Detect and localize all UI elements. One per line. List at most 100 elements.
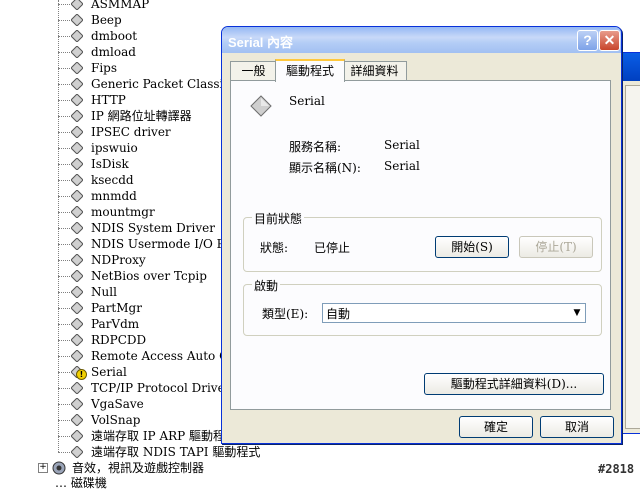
tree-item-label: NDIS System Driver [91, 221, 215, 235]
ok-button[interactable]: 確定 [459, 416, 533, 438]
tree-item-label: NDProxy [91, 253, 146, 267]
driver-diamond-icon [71, 94, 83, 106]
tree-item-label: ksecdd [91, 173, 134, 187]
driver-diamond-icon [71, 414, 83, 426]
driver-diamond-icon [71, 110, 83, 122]
tree-item-label: 遠端存取 IP ARP 驅動程式 [91, 429, 238, 443]
driver-diamond-icon [71, 446, 83, 458]
watermark: #2818 [598, 462, 635, 476]
dropdown-arrow-icon[interactable]: ▼ [569, 304, 585, 322]
driver-diamond-icon [71, 238, 83, 250]
tree-item-label: mnmdd [91, 189, 137, 203]
tree-connector [58, 52, 70, 53]
driver-diamond-icon [71, 190, 83, 202]
tab-details[interactable]: 詳細資料 [342, 61, 407, 80]
tree-connector [58, 116, 70, 117]
driver-diamond-icon [71, 0, 83, 10]
tab-general[interactable]: 一般 [230, 61, 277, 80]
tree-connector [58, 84, 70, 85]
status-value: 已停止 [314, 241, 351, 255]
tree-connector [58, 356, 70, 357]
display-name-value: Serial [384, 159, 420, 173]
tree-item-label: ASMMAP [91, 0, 150, 11]
tree-item-partial: … 磁碟機 [55, 476, 107, 490]
dialog-titlebar[interactable]: Serial 內容 ? ✕ [222, 27, 621, 53]
tree-connector [58, 260, 70, 261]
driver-diamond-icon [71, 270, 83, 282]
tree-item-label: TCP/IP Protocol Driver [91, 381, 231, 395]
start-button[interactable]: 開始(S) [435, 236, 509, 258]
tree-item-label: mountmgr [91, 205, 155, 219]
background-dialog-titlebar [619, 53, 640, 81]
tree-connector [58, 100, 70, 101]
display-name-label: 顯示名稱(N): [289, 161, 361, 175]
tree-item-label: VolSnap [91, 413, 141, 427]
tree-connector [58, 292, 70, 293]
tree-item-label: IPSEC driver [91, 125, 171, 139]
tree-connector [58, 308, 70, 309]
tree-item-label: 遠端存取 NDIS TAPI 驅動程式 [91, 445, 261, 459]
driver-diamond-icon [71, 14, 83, 26]
tree-item-label: IsDisk [91, 157, 129, 171]
driver-diamond-icon [71, 206, 83, 218]
tree-connector [58, 4, 70, 5]
driver-diamond-icon [71, 46, 83, 58]
background-dialog-body [625, 85, 640, 429]
tree-connector [58, 36, 70, 37]
status-label: 狀態: [260, 241, 289, 255]
driver-diamond-icon [71, 318, 83, 330]
startup-groupbox: 啟動 類型(E): 自動 ▼ [243, 277, 602, 336]
expand-icon[interactable]: + [38, 463, 48, 473]
driver-diamond-icon [71, 382, 83, 394]
stop-button[interactable]: 停止(T) [519, 236, 593, 258]
tree-connector [58, 68, 70, 69]
driver-diamond-icon [71, 254, 83, 266]
tree-item-label: RDPCDD [91, 333, 147, 347]
status-groupbox: 目前狀態 狀態: 已停止 開始(S) 停止(T) [243, 210, 602, 272]
driver-details-button[interactable]: 驅動程式詳細資料(D)... [424, 373, 604, 395]
driver-diamond-icon [71, 334, 83, 346]
tree-item-label: dmload [91, 45, 136, 59]
tree-connector [58, 212, 70, 213]
driver-diamond-icon [71, 350, 83, 362]
tree-connector [58, 20, 70, 21]
tree-item-label: Null [91, 285, 117, 299]
tree-item-label: Beep [91, 13, 122, 27]
driver-diamond-icon [71, 398, 83, 410]
startup-type-select[interactable]: 自動 ▼ [322, 303, 586, 323]
tree-connector [58, 180, 70, 181]
close-button[interactable]: ✕ [599, 30, 620, 51]
tree-item-label: VgaSave [91, 397, 144, 411]
help-button[interactable]: ? [577, 30, 598, 51]
serial-properties-dialog: Serial 內容 ? ✕ 一般 驅動程式 詳細資料 Serial 服務名稱: … [221, 26, 622, 444]
tree-connector [58, 148, 70, 149]
tree-connector [58, 228, 70, 229]
tree-item-label: NetBios over Tcpip [91, 269, 207, 283]
driver-icon [250, 95, 272, 117]
driver-diamond-icon [71, 174, 83, 186]
tree-connector [58, 196, 70, 197]
tree-item-label: ipswuio [91, 141, 138, 155]
speaker-icon [52, 461, 66, 475]
tree-connector [58, 244, 70, 245]
driver-diamond-icon [71, 78, 83, 90]
tree-connector [58, 340, 70, 341]
service-name-label: 服務名稱: [289, 140, 342, 154]
tree-connector [58, 276, 70, 277]
driver-diamond-icon [71, 222, 83, 234]
driver-diamond-icon [71, 142, 83, 154]
tree-connector [58, 420, 70, 421]
driver-diamond-icon [71, 30, 83, 42]
startup-type-label: 類型(E): [262, 307, 309, 321]
tree-connector [58, 324, 70, 325]
driver-diamond-icon [71, 302, 83, 314]
tree-item-label: Serial [91, 365, 127, 379]
tree-item-label: IP 網路位址轉譯器 [91, 109, 192, 123]
tree-connector [58, 452, 70, 453]
driver-diamond-icon [71, 62, 83, 74]
tree-item-label: ParVdm [91, 317, 140, 331]
tab-driver[interactable]: 驅動程式 [275, 59, 345, 82]
tree-item-label: dmboot [91, 29, 138, 43]
cancel-button[interactable]: 取消 [540, 416, 614, 438]
tree-item-label: PartMgr [91, 301, 142, 315]
